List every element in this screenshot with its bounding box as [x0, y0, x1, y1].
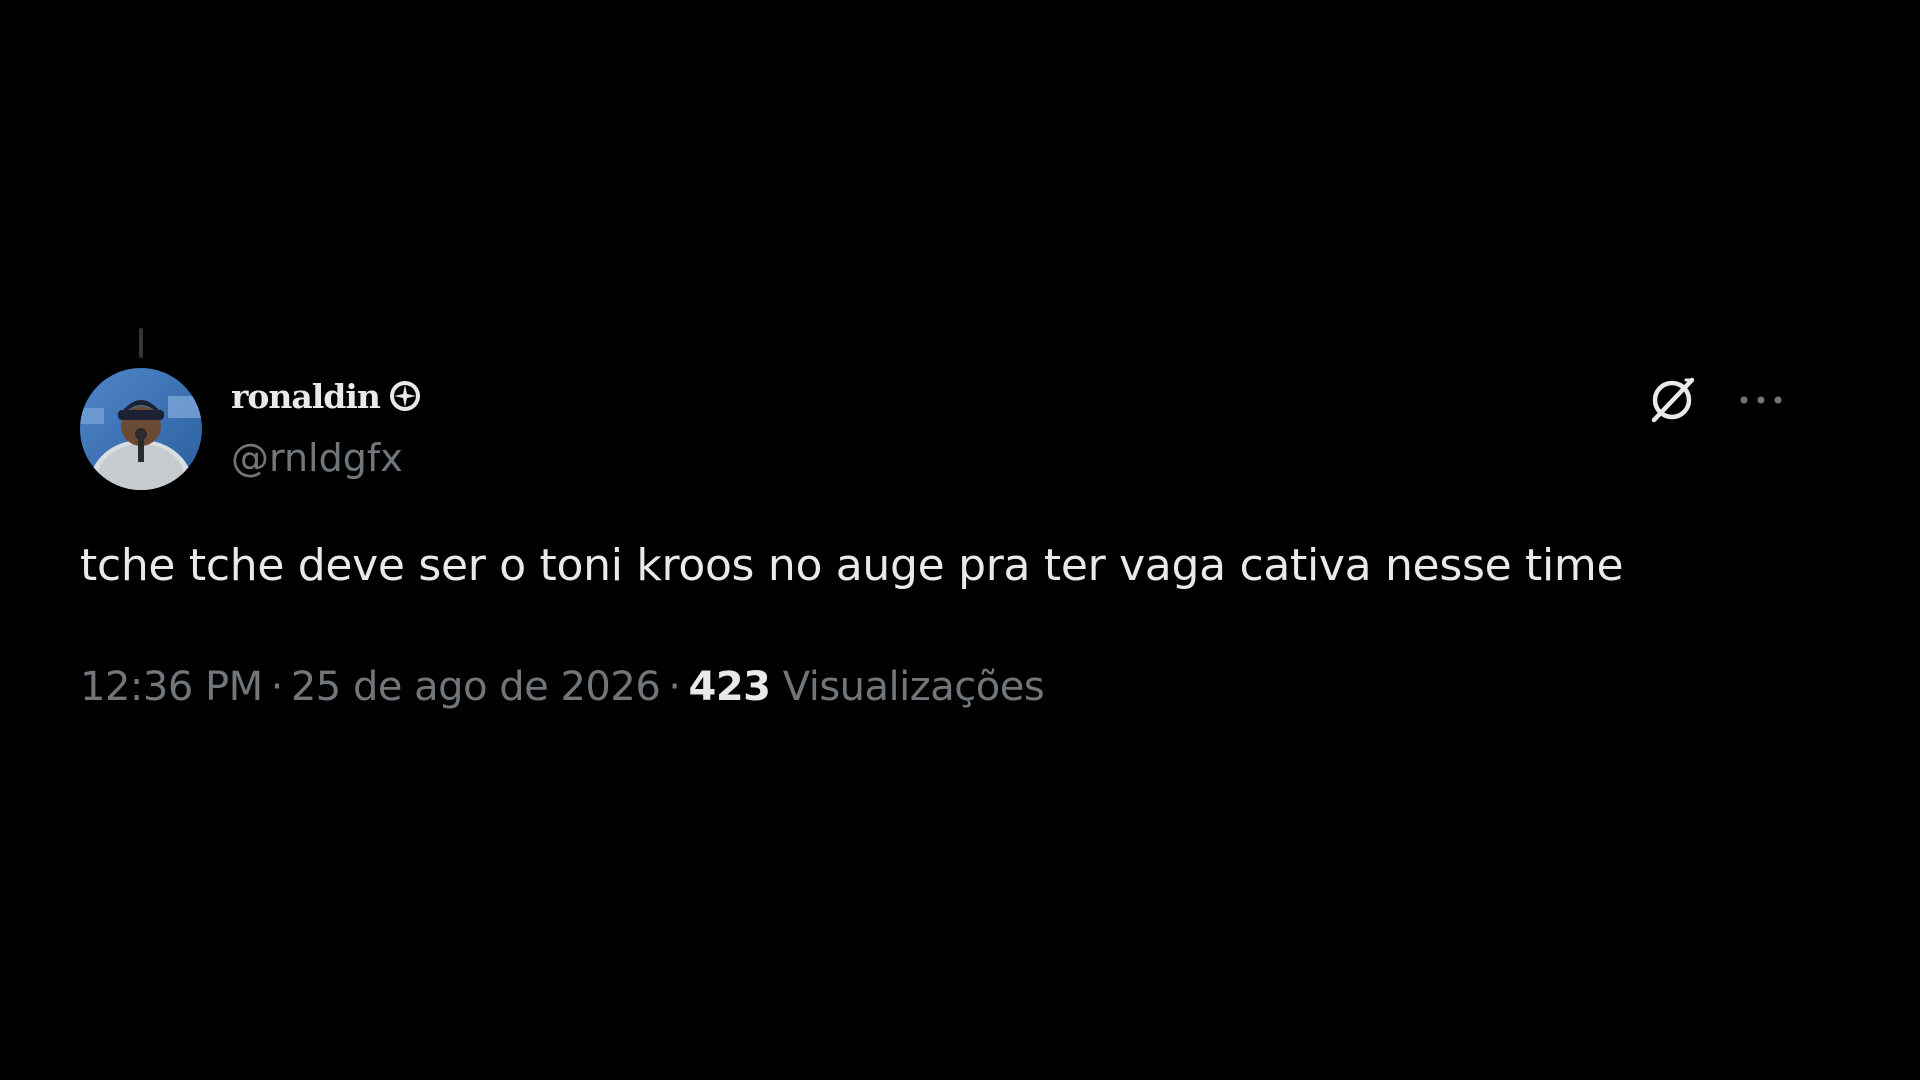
more-icon[interactable] — [1738, 394, 1784, 406]
meta-separator: · — [270, 664, 284, 710]
views-label[interactable]: Visualizações — [783, 664, 1045, 710]
post-time[interactable]: 12:36 PM — [80, 664, 263, 710]
avatar[interactable] — [80, 368, 202, 490]
tweet-text: tche tche deve ser o toni kroos no auge … — [80, 540, 1624, 591]
tweet-metadata: 12:36 PM · 25 de ago de 2026 · 423 Visualiza… — [80, 664, 1045, 710]
author-info: ronaldin @rnldgfx — [231, 374, 422, 480]
badge-emblem-icon — [388, 379, 422, 413]
user-handle[interactable]: @rnldgfx — [231, 436, 422, 480]
meta-separator: · — [668, 664, 681, 710]
thread-connector-line — [139, 328, 143, 358]
post-actions — [1646, 374, 1784, 426]
display-name-row: ronaldin — [231, 374, 422, 418]
tweet-post[interactable]: ronaldin @rnldgfx tche tche deve ser o t… — [80, 368, 1840, 728]
post-date[interactable]: 25 de ago de 2026 — [291, 664, 661, 710]
views-count[interactable]: 423 — [689, 664, 772, 710]
display-name[interactable]: ronaldin — [231, 377, 381, 416]
grok-icon[interactable] — [1646, 374, 1698, 426]
